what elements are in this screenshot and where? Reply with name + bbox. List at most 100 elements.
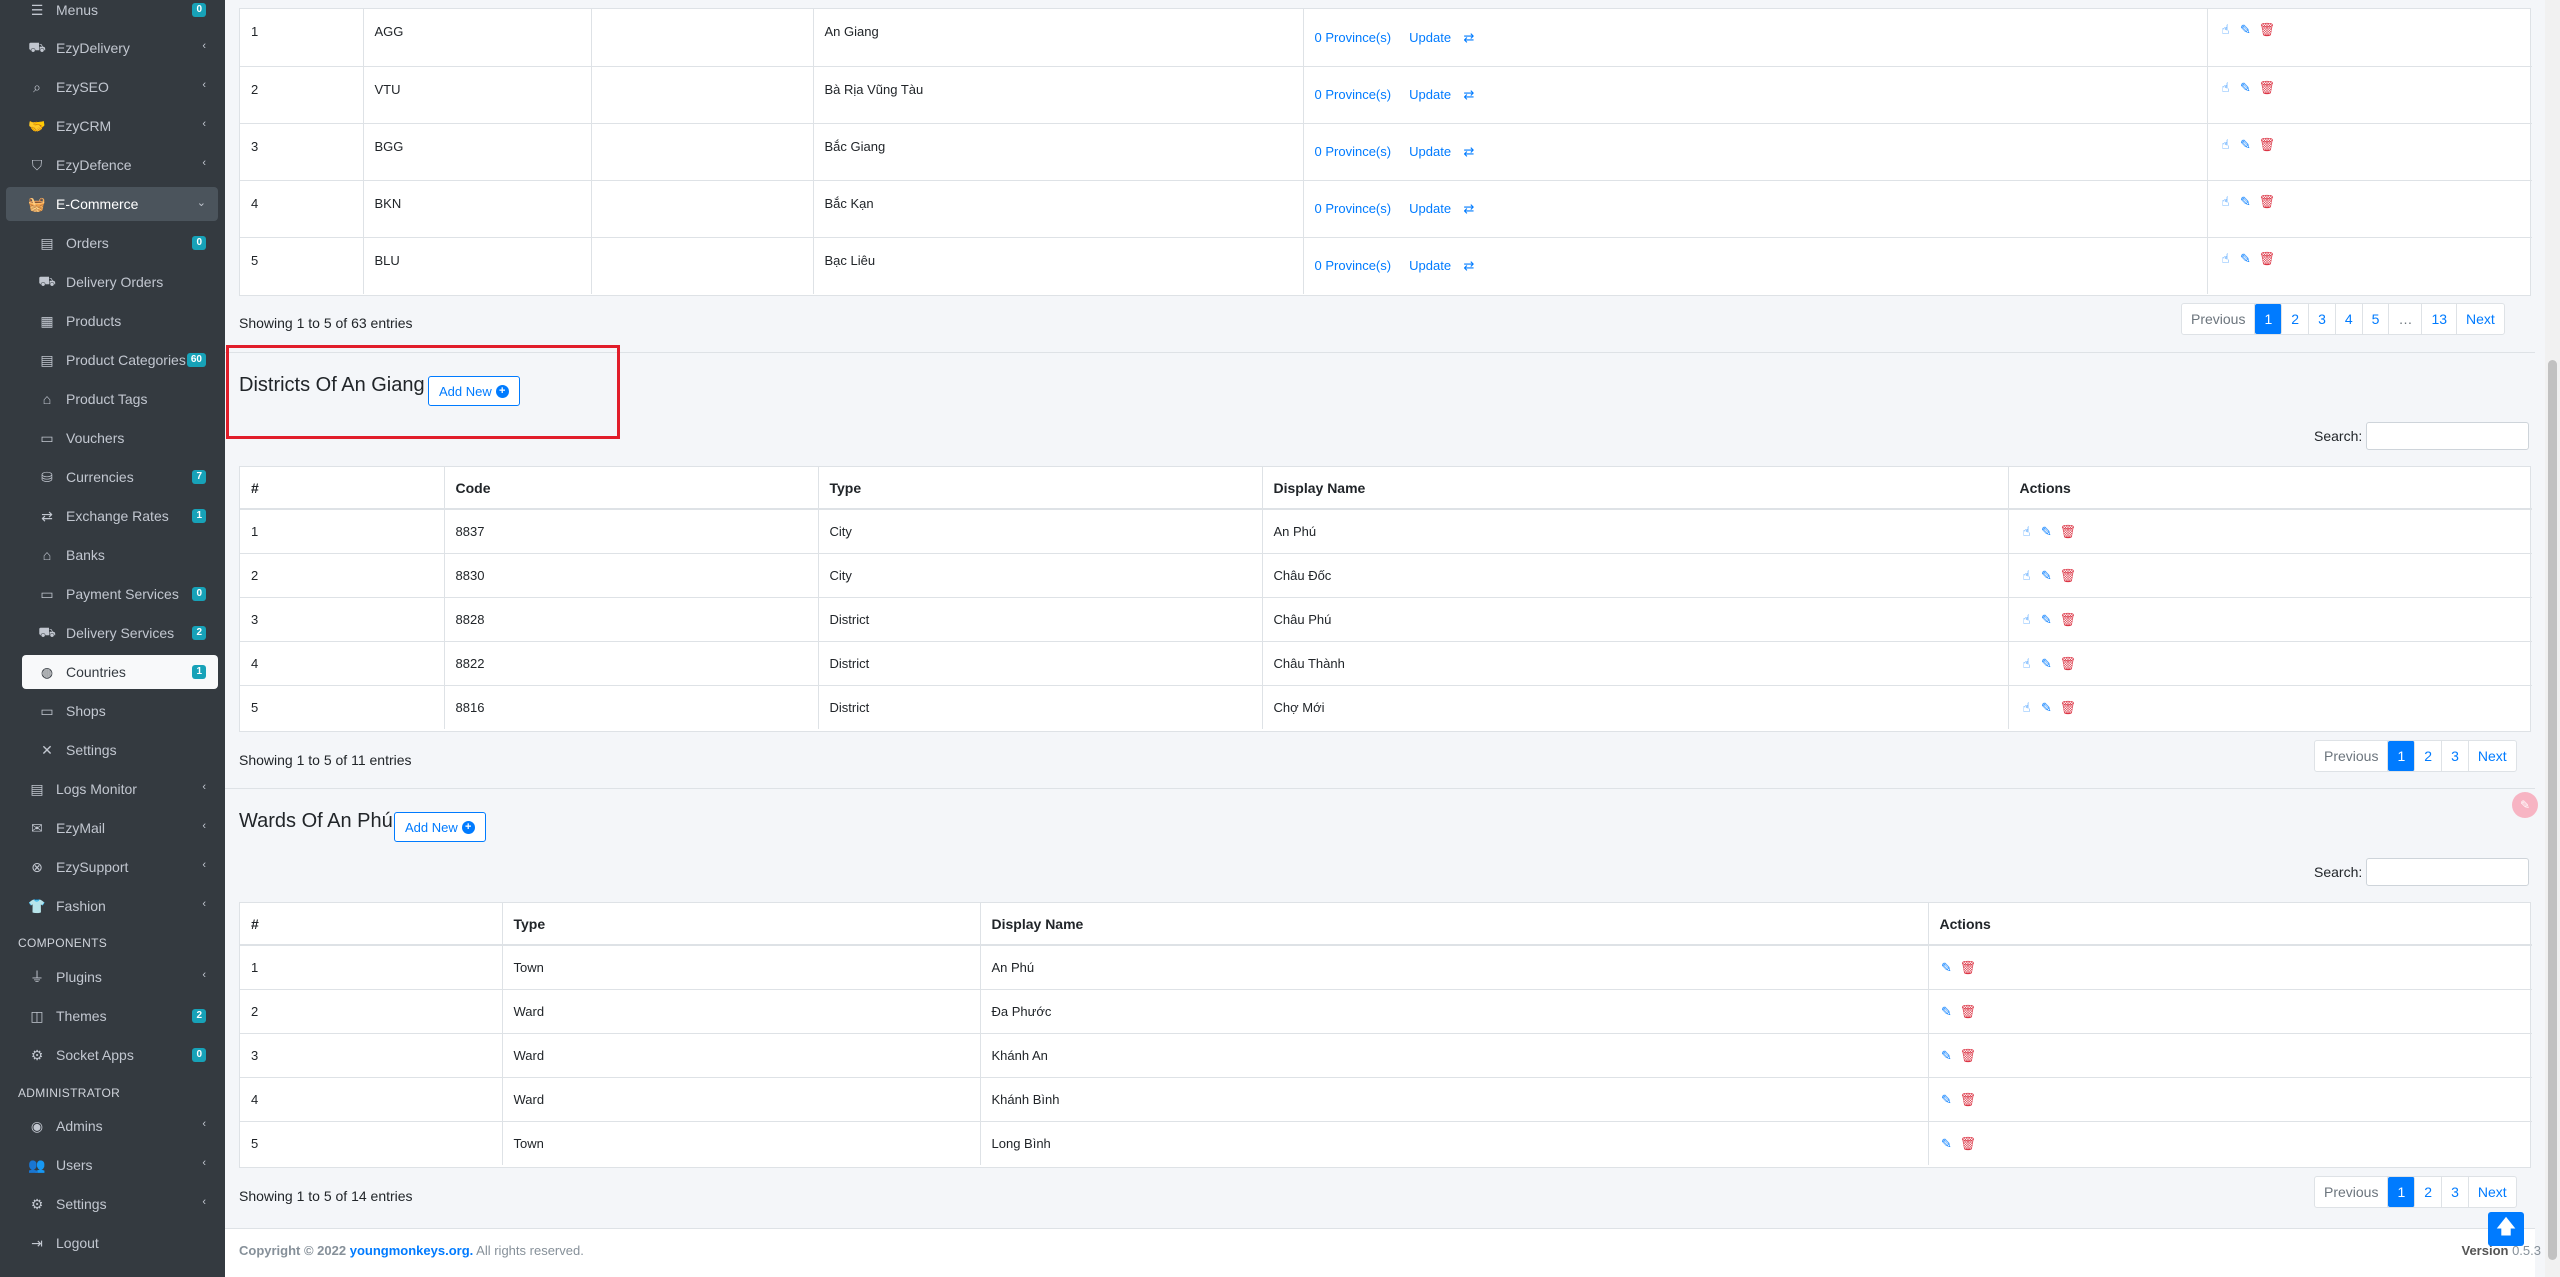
sidebar-item-menus[interactable]: ☰ Menus 0 [6, 0, 218, 27]
edit-icon[interactable]: ✎ [1940, 1092, 1954, 1107]
sidebar-item-ezymail[interactable]: ✉ EzyMail ‹ [6, 811, 218, 845]
trash-icon[interactable]: 🗑 [2259, 80, 2276, 95]
pagination-next[interactable]: Next [2457, 304, 2504, 334]
trash-icon[interactable]: 🗑 [2060, 568, 2077, 583]
edit-icon[interactable]: ✎ [1940, 1004, 1954, 1019]
pagination-page[interactable]: 1 [2255, 304, 2283, 334]
chevron-left-icon[interactable]: ‹ [202, 40, 206, 52]
column-header[interactable]: Display Name [1262, 467, 2009, 510]
chevron-left-icon[interactable]: ‹ [202, 1118, 206, 1130]
pagination-page[interactable]: 2 [2415, 741, 2443, 771]
sidebar-item-countries[interactable]: ◍ Countries 1 [22, 655, 218, 689]
chevron-left-icon[interactable]: ‹ [202, 898, 206, 910]
districts-search-input[interactable] [2366, 422, 2529, 450]
sidebar-item-ezycrm[interactable]: 🤝 EzyCRM ‹ [6, 109, 218, 143]
provinces-count-link[interactable]: 0 Province(s) [1315, 258, 1392, 273]
sidebar-item-vouchers[interactable]: ▭ Vouchers [22, 421, 218, 455]
trash-icon[interactable]: 🗑 [1960, 1136, 1977, 1151]
sidebar-item-admins[interactable]: ◉ Admins ‹ [6, 1109, 218, 1143]
chevron-left-icon[interactable]: ‹ [202, 820, 206, 832]
sidebar-item-e-commerce[interactable]: 🧺 E-Commerce ⌄ [6, 187, 218, 221]
trash-icon[interactable]: 🗑 [1960, 1092, 1977, 1107]
pagination-page[interactable]: 3 [2309, 304, 2336, 334]
column-header[interactable]: Type [818, 467, 1263, 510]
edit-icon[interactable]: ✎ [2040, 656, 2054, 671]
exchange-icon[interactable]: ⇄ [1462, 30, 1476, 45]
add-ward-button[interactable]: Add New + [394, 812, 486, 842]
sidebar-item-product-categories[interactable]: ▤ Product Categories 60 [22, 343, 218, 377]
hand-pointer-icon[interactable]: ☝ [2020, 612, 2034, 627]
edit-icon[interactable]: ✎ [2040, 568, 2054, 583]
sidebar-item-banks[interactable]: ⌂ Banks [22, 538, 218, 572]
sidebar-item-themes[interactable]: ◫ Themes 2 [6, 999, 218, 1033]
sidebar-item-product-tags[interactable]: ⌂ Product Tags [22, 382, 218, 416]
sidebar-item-settings[interactable]: ✕ Settings [22, 733, 218, 767]
edit-icon[interactable]: ✎ [1940, 960, 1954, 975]
column-header[interactable]: Type [502, 903, 981, 946]
provinces-count-link[interactable]: 0 Province(s) [1315, 201, 1392, 216]
wards-search-input[interactable] [2366, 858, 2529, 886]
pagination-page[interactable]: 13 [2422, 304, 2458, 334]
hand-pointer-icon[interactable]: ☝ [2219, 194, 2233, 209]
hand-pointer-icon[interactable]: ☝ [2020, 700, 2034, 715]
exchange-icon[interactable]: ⇄ [1462, 202, 1476, 216]
update-link[interactable]: Update [1409, 87, 1451, 102]
translate-widget-icon[interactable]: ✎ [2512, 792, 2538, 818]
trash-icon[interactable]: 🗑 [2060, 700, 2077, 715]
hand-pointer-icon[interactable]: ☝ [2219, 251, 2233, 266]
pagination-previous[interactable]: Previous [2182, 304, 2256, 334]
sidebar-item-exchange-rates[interactable]: ⇄ Exchange Rates 1 [22, 499, 218, 533]
sidebar-item-ezydelivery[interactable]: ⛟ EzyDelivery ‹ [6, 31, 218, 65]
provinces-count-link[interactable]: 0 Province(s) [1315, 87, 1392, 102]
column-header[interactable]: # [240, 903, 503, 946]
sidebar-item-ezydefence[interactable]: ⛉ EzyDefence ‹ [6, 148, 218, 182]
edit-icon[interactable]: ✎ [2239, 137, 2253, 152]
sidebar-item-ezysupport[interactable]: ⊗ EzySupport ‹ [6, 850, 218, 884]
sidebar-item-settings[interactable]: ⚙ Settings ‹ [6, 1187, 218, 1221]
chevron-left-icon[interactable]: ‹ [202, 1196, 206, 1208]
pagination-page[interactable]: 3 [2442, 741, 2469, 771]
sidebar-item-currencies[interactable]: ⛁ Currencies 7 [22, 460, 218, 494]
sidebar-item-products[interactable]: ▦ Products [22, 304, 218, 338]
pagination-page[interactable]: 1 [2388, 1177, 2416, 1207]
trash-icon[interactable]: 🗑 [2259, 137, 2276, 152]
chevron-left-icon[interactable]: ‹ [202, 79, 206, 91]
sidebar-item-logout[interactable]: ⇥ Logout [6, 1226, 218, 1260]
hand-pointer-icon[interactable]: ☝ [2219, 80, 2233, 95]
pagination-page[interactable]: 3 [2442, 1177, 2469, 1207]
chevron-left-icon[interactable]: ‹ [202, 781, 206, 793]
edit-icon[interactable]: ✎ [1940, 1048, 1954, 1063]
update-link[interactable]: Update [1409, 258, 1451, 273]
update-link[interactable]: Update [1409, 144, 1451, 159]
sidebar-item-ezyseo[interactable]: ⌕ EzySEO ‹ [6, 70, 218, 104]
chevron-left-icon[interactable]: ‹ [202, 969, 206, 981]
edit-icon[interactable]: ✎ [2239, 251, 2253, 266]
trash-icon[interactable]: 🗑 [1960, 1048, 1977, 1063]
edit-icon[interactable]: ✎ [2239, 194, 2253, 209]
column-header[interactable]: Display Name [980, 903, 1929, 946]
pagination-previous[interactable]: Previous [2315, 1177, 2389, 1207]
hand-pointer-icon[interactable]: ☝ [2020, 656, 2034, 671]
column-header[interactable]: Actions [2008, 467, 2532, 510]
update-link[interactable]: Update [1409, 201, 1451, 216]
org-link[interactable]: youngmonkeys.org. [350, 1243, 474, 1258]
sidebar-item-socket-apps[interactable]: ⚙ Socket Apps 0 [6, 1038, 218, 1072]
provinces-count-link[interactable]: 0 Province(s) [1315, 30, 1392, 45]
chevron-left-icon[interactable]: ‹ [202, 859, 206, 871]
sidebar-item-orders[interactable]: ▤ Orders 0 [22, 226, 218, 260]
pagination-previous[interactable]: Previous [2315, 741, 2389, 771]
sidebar-item-plugins[interactable]: ⏚ Plugins ‹ [6, 960, 218, 994]
sidebar-item-logs-monitor[interactable]: ▤ Logs Monitor ‹ [6, 772, 218, 806]
sidebar-item-fashion[interactable]: 👕 Fashion ‹ [6, 889, 218, 923]
column-header[interactable]: # [240, 467, 445, 510]
scroll-to-top-button[interactable]: 🡅 [2488, 1212, 2524, 1246]
edit-icon[interactable]: ✎ [2239, 23, 2253, 37]
hand-pointer-icon[interactable]: ☝ [2219, 137, 2233, 152]
hand-pointer-icon[interactable]: ☝ [2020, 524, 2034, 539]
exchange-icon[interactable]: ⇄ [1462, 88, 1476, 102]
chevron-left-icon[interactable]: ‹ [202, 118, 206, 130]
trash-icon[interactable]: 🗑 [2060, 524, 2077, 539]
sidebar-item-delivery-services[interactable]: ⛟ Delivery Services 2 [22, 616, 218, 650]
sidebar-item-delivery-orders[interactable]: ⛟ Delivery Orders [22, 265, 218, 299]
edit-icon[interactable]: ✎ [2040, 524, 2054, 539]
